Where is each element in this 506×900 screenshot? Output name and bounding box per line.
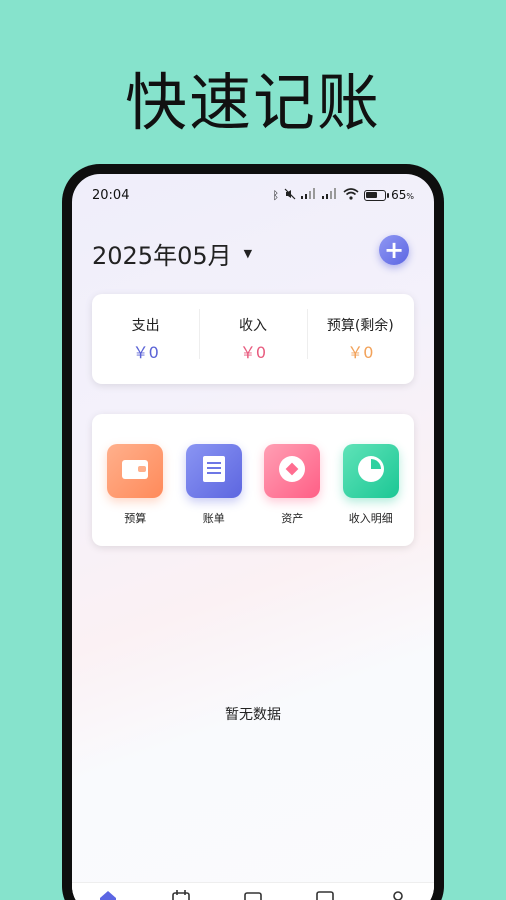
tab-chart[interactable]	[315, 889, 335, 900]
feature-tile	[185, 444, 242, 498]
month-selector[interactable]: 2025年05月 ▼	[92, 236, 252, 271]
feature-tile	[107, 444, 164, 498]
summary-income[interactable]: 收入 ￥0	[199, 309, 306, 363]
wallet-tab-icon	[244, 892, 262, 900]
status-time: 20:04	[92, 187, 130, 203]
signal-icon	[301, 188, 317, 202]
summary-label: 预算(剩余)	[326, 318, 394, 334]
feature-label: 账单	[202, 512, 225, 525]
tab-calendar[interactable]	[171, 889, 191, 900]
diamond-icon	[278, 455, 306, 487]
battery-icon	[364, 189, 390, 201]
bottom-tab-bar	[72, 882, 434, 900]
plus-icon: +	[383, 236, 405, 264]
feature-income-detail[interactable]: 收入明细	[332, 414, 411, 546]
battery-level: 65	[391, 188, 407, 202]
wifi-icon	[343, 187, 359, 203]
mute-icon	[284, 188, 296, 203]
summary-card: 支出 ￥0 收入 ￥0 预算(剩余) ￥0	[92, 294, 414, 384]
battery-unit: %	[406, 192, 414, 201]
document-icon	[202, 455, 226, 487]
summary-expense[interactable]: 支出 ￥0	[92, 315, 199, 363]
feature-budget[interactable]: 预算	[96, 414, 175, 546]
feature-assets[interactable]: 资产	[253, 414, 332, 546]
month-label: 2025年05月	[92, 242, 232, 270]
calendar-icon	[171, 890, 190, 900]
status-icons: ᛒ 65%	[272, 187, 414, 203]
summary-value: ￥0	[132, 343, 159, 362]
home-icon	[100, 891, 117, 900]
feature-label: 资产	[281, 512, 304, 525]
pie-chart-icon	[357, 455, 385, 487]
profile-icon	[392, 891, 403, 900]
status-bar: 20:04 ᛒ 65%	[72, 174, 434, 216]
empty-state-text: 暂无数据	[225, 707, 281, 723]
tab-home[interactable]	[98, 889, 118, 900]
tab-profile[interactable]	[388, 889, 408, 900]
summary-value: ￥0	[239, 343, 267, 362]
feature-bill[interactable]: 账单	[175, 414, 254, 546]
add-record-button[interactable]: +	[379, 235, 409, 265]
promo-title: 快速记账	[124, 66, 381, 139]
feature-grid: 预算 账单 资产 收入明细	[92, 414, 414, 546]
summary-label: 收入	[238, 318, 267, 334]
feature-tile	[342, 444, 399, 498]
signal-2-icon	[322, 188, 338, 202]
summary-budget[interactable]: 预算(剩余) ￥0	[306, 309, 414, 363]
tab-wallet[interactable]	[243, 889, 263, 900]
feature-label: 预算	[124, 512, 147, 525]
chart-tab-icon	[316, 891, 335, 900]
summary-label: 支出	[131, 318, 160, 334]
bluetooth-icon: ᛒ	[272, 188, 280, 202]
summary-value: ￥0	[347, 343, 374, 362]
feature-label: 收入明细	[348, 512, 393, 525]
app-screen: 20:04 ᛒ 65% 2025年05月 ▼ + 支出 ￥0 收入 ￥0 预算(…	[72, 174, 434, 900]
wallet-icon	[121, 457, 149, 485]
caret-down-icon: ▼	[243, 247, 253, 260]
feature-tile	[264, 444, 321, 498]
